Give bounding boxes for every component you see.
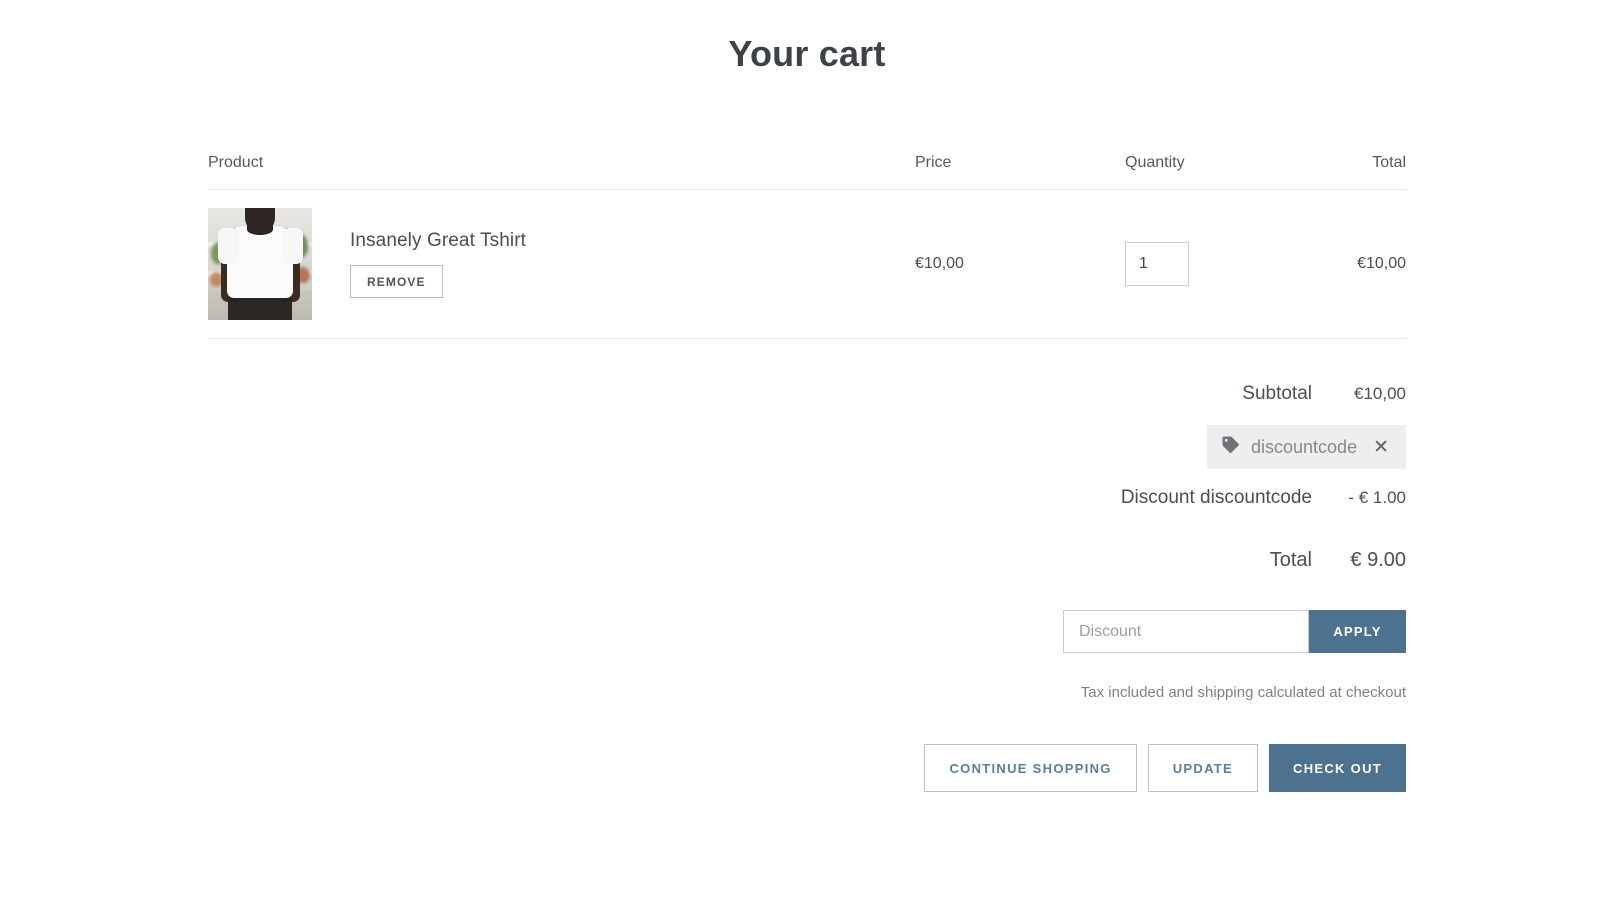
applied-discount-row: discountcode ✕ [208,425,1406,469]
cart-item-price: €10,00 [915,255,1125,273]
total-label: Total [1270,549,1342,572]
tshirt-sleeve-left [218,228,239,264]
column-header-price: Price [915,154,1125,172]
cart-item-line-total: €10,00 [1340,255,1406,273]
cart-page: Your cart Product Price Quantity Total [0,0,1600,900]
total-value: € 9.00 [1342,549,1406,572]
product-title[interactable]: Insanely Great Tshirt [350,230,526,252]
subtotal-row: Subtotal €10,00 [208,383,1406,405]
applied-discount-code: discountcode [1251,437,1362,458]
cart-item-info: Insanely Great Tshirt REMOVE [350,230,526,298]
tshirt-collar [247,224,273,235]
table-row: Insanely Great Tshirt REMOVE €10,00 €10,… [208,190,1406,339]
cart-item-media: Insanely Great Tshirt REMOVE [208,208,915,320]
discount-value: - € 1.00 [1342,488,1406,508]
discount-input[interactable] [1063,610,1309,653]
product-thumbnail[interactable] [208,208,312,320]
tax-note: Tax included and shipping calculated at … [208,684,1406,701]
column-header-total: Total [1340,154,1406,172]
column-header-product: Product [208,154,915,172]
cart-table-header: Product Price Quantity Total [208,154,1406,190]
cart-actions: CONTINUE SHOPPING UPDATE CHECK OUT [208,744,1406,792]
discount-form: APPLY [208,610,1406,653]
grand-total-row: Total € 9.00 [208,549,1406,572]
cart-container: Your cart Product Price Quantity Total [208,0,1406,792]
subtotal-label: Subtotal [1242,383,1342,405]
close-icon[interactable]: ✕ [1373,438,1389,457]
page-title: Your cart [208,0,1406,75]
remove-button[interactable]: REMOVE [350,265,443,298]
price-tag-icon [1221,435,1240,459]
checkout-button[interactable]: CHECK OUT [1269,744,1406,792]
applied-discount-pill[interactable]: discountcode ✕ [1207,425,1406,469]
cart-totals: Subtotal €10,00 discountcode ✕ Discoun [208,383,1406,792]
continue-shopping-button[interactable]: CONTINUE SHOPPING [924,744,1136,792]
model-pants [228,298,292,320]
quantity-input[interactable] [1125,242,1189,286]
subtotal-value: €10,00 [1342,384,1406,404]
apply-discount-button[interactable]: APPLY [1309,610,1406,653]
discount-row: Discount discountcode - € 1.00 [208,487,1406,509]
column-header-quantity: Quantity [1125,154,1340,172]
tshirt-sleeve-right [282,228,303,264]
discount-label: Discount discountcode [1121,487,1342,509]
cart-item-quantity-cell [1125,242,1340,286]
update-cart-button[interactable]: UPDATE [1148,744,1258,792]
